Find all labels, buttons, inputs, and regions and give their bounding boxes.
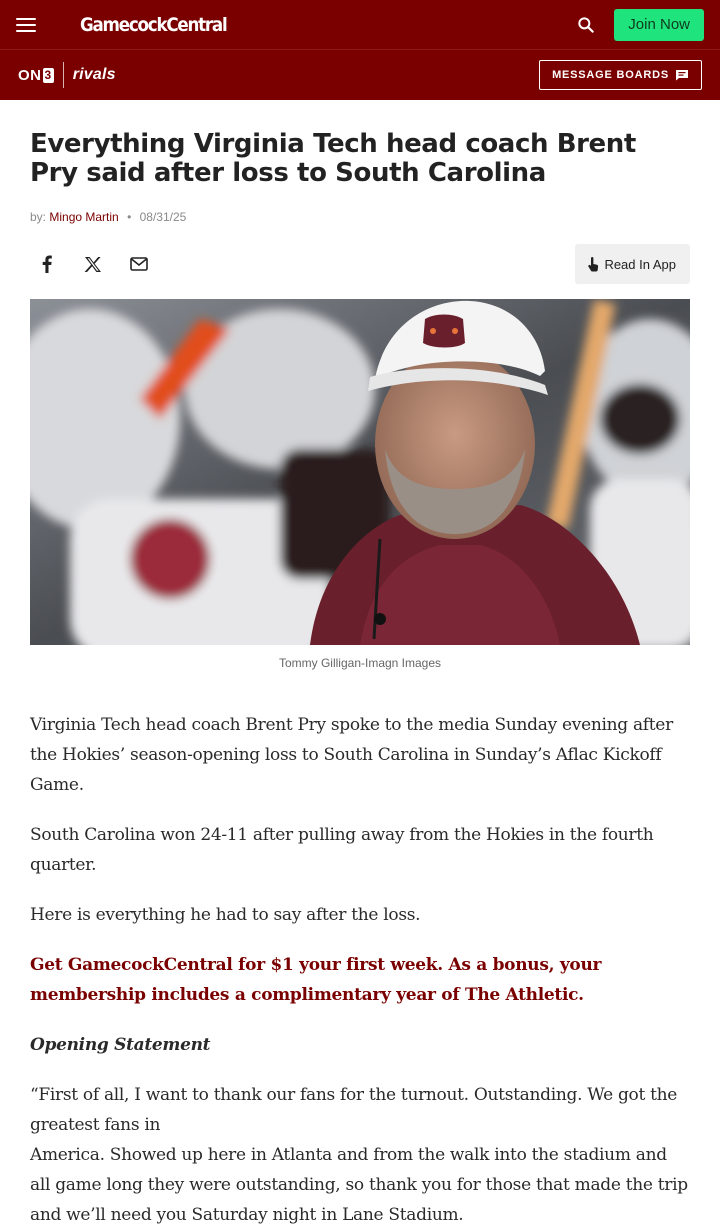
quote-line: America. Showed up here in Atlanta and f… [30,1145,688,1225]
search-icon[interactable] [576,15,596,35]
menu-icon[interactable] [16,17,36,32]
article-body: Virginia Tech head coach Brent Pry spoke… [30,710,690,1226]
share-bar: Read In App [30,244,690,284]
byline: by: Mingo Martin • 08/31/25 [30,210,690,224]
article-hero-image [30,299,690,645]
publish-date: 08/31/25 [139,210,187,224]
paragraph: Virginia Tech head coach Brent Pry spoke… [30,715,673,795]
section-subheading: Opening Statement [30,1035,211,1055]
tap-icon [588,257,599,272]
logo-divider [62,62,64,88]
network-bar: ON 3 rivals MESSAGE BOARDS [0,50,720,100]
article: Everything Virginia Tech head coach Bren… [0,130,720,1226]
facebook-icon[interactable] [30,244,70,284]
x-icon[interactable] [70,244,116,284]
quote-line: “First of all, I want to thank our fans … [30,1085,678,1135]
join-now-button[interactable]: Join Now [614,8,704,41]
message-boards-button[interactable]: MESSAGE BOARDS [539,60,702,90]
byline-separator: • [127,210,132,224]
subscription-promo-link[interactable]: Get GamecockCentral for $1 your first we… [30,950,690,1010]
top-navigation-bar: GamecockCentral Join Now [0,0,720,50]
byline-label: by: [30,210,47,224]
on3-logo[interactable]: ON 3 [18,67,54,84]
read-in-app-button[interactable]: Read In App [575,244,690,284]
email-icon[interactable] [116,244,162,284]
rivals-logo[interactable]: rivals [73,66,116,84]
paragraph: Here is everything he had to say after t… [30,905,421,925]
article-title: Everything Virginia Tech head coach Bren… [30,129,636,188]
message-icon [676,70,688,81]
image-caption: Tommy Gilligan-Imagn Images [278,656,442,670]
quote-paragraph: “First of all, I want to thank our fans … [30,1080,690,1226]
site-logo[interactable]: GamecockCentral [80,14,228,36]
author-link[interactable]: Mingo Martin [49,210,118,224]
paragraph: South Carolina won 24-11 after pulling a… [30,825,654,875]
